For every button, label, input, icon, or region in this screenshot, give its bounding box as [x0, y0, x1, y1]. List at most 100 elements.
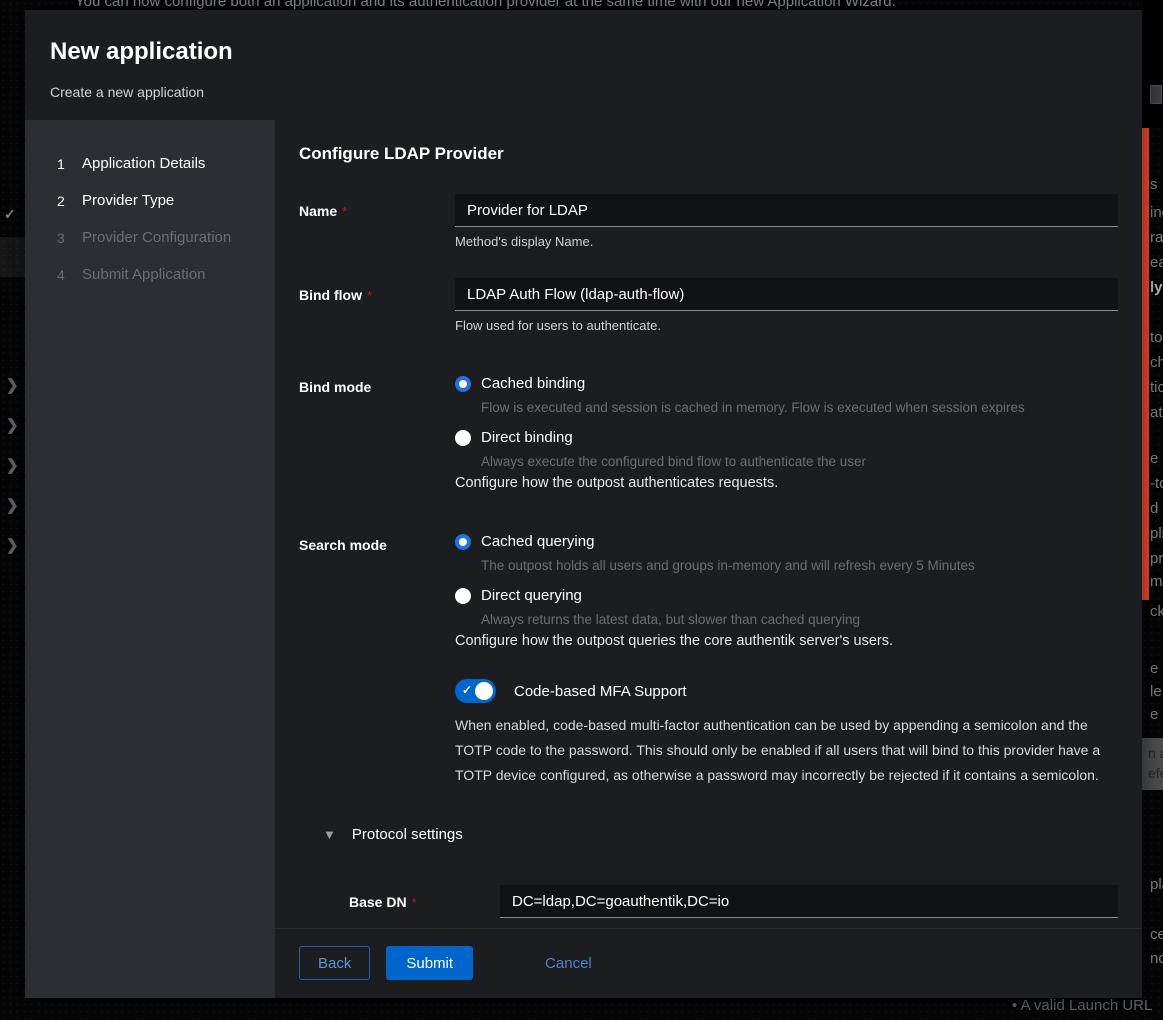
radio-description: The outpost holds all users and groups i… — [481, 558, 1118, 573]
background-text-fragment: -to — [1150, 475, 1163, 492]
bind-mode-field-row: Bind mode Cached binding Flow is execute… — [299, 370, 1118, 491]
radio-label: Direct binding — [481, 429, 573, 446]
orange-accent-bar — [1142, 128, 1149, 600]
protocol-settings-toggle[interactable]: ▼ Protocol settings — [299, 826, 1118, 843]
base-dn-field-row: Base DN * — [299, 885, 1118, 918]
name-help-text: Method's display Name. — [455, 234, 1118, 249]
mfa-description: When enabled, code-based multi-factor au… — [455, 713, 1115, 788]
search-mode-field-row: Search mode Cached querying The outpost … — [299, 528, 1118, 649]
background-text-fragment: pro — [1150, 550, 1163, 567]
background-text-fragment: ea — [1150, 254, 1163, 271]
check-icon: ✓ — [4, 206, 16, 223]
search-mode-help-text: Configure how the outpost queries the co… — [455, 633, 1118, 649]
background-highlighted-row — [0, 237, 25, 277]
step-label: Application Details — [82, 155, 205, 172]
back-button[interactable]: Back — [299, 946, 370, 980]
chevron-down-icon: ▼ — [323, 827, 336, 842]
background-text-fragment: d c — [1150, 500, 1163, 517]
background-text-fragment: ck — [1150, 603, 1163, 620]
base-dn-input[interactable] — [500, 885, 1118, 918]
mfa-toggle-label: Code-based MFA Support — [514, 683, 687, 700]
background-text-fragment: ch — [1150, 354, 1163, 371]
required-marker: * — [342, 204, 347, 219]
gray-box-text: n a — [1148, 743, 1163, 763]
required-marker: * — [367, 288, 372, 303]
radio-description: Flow is executed and session is cached i… — [481, 400, 1118, 415]
modal-subtitle: Create a new application — [50, 84, 1117, 100]
chevron-right-icon: ❯ — [6, 456, 19, 474]
background-text-fragment: pla — [1150, 876, 1163, 893]
step-provider-type[interactable]: 2 Provider Type — [25, 182, 275, 219]
radio-cached-querying[interactable]: Cached querying — [455, 533, 1118, 550]
step-label: Submit Application — [82, 266, 205, 283]
cancel-button[interactable]: Cancel — [535, 946, 602, 980]
step-label: Provider Type — [82, 192, 174, 209]
bind-mode-label: Bind mode — [299, 379, 371, 395]
step-number: 2 — [57, 193, 82, 209]
bind-flow-help-text: Flow used for users to authenticate. — [455, 318, 1118, 333]
background-text-fragment: ma — [1150, 573, 1163, 590]
step-number: 1 — [57, 156, 82, 172]
radio-label: Direct querying — [481, 587, 582, 604]
background-text-fragment: tion — [1150, 379, 1163, 396]
step-application-details[interactable]: 1 Application Details — [25, 145, 275, 182]
radio-unselected-icon[interactable] — [455, 430, 471, 446]
bind-mode-help-text: Configure how the outpost authenticates … — [455, 475, 1118, 491]
background-text-fragment: no — [1150, 950, 1163, 967]
background-mini-square — [1150, 85, 1162, 104]
submit-button[interactable]: Submit — [386, 946, 473, 980]
background-gray-box: n a efe — [1141, 738, 1163, 790]
protocol-settings-label: Protocol settings — [352, 826, 463, 843]
required-marker: * — [412, 895, 417, 910]
bind-flow-select[interactable] — [455, 278, 1118, 311]
bind-flow-field-row: Bind flow * Flow used for users to authen… — [299, 278, 1118, 333]
step-provider-configuration: 3 Provider Configuration — [25, 219, 275, 256]
modal-title: New application — [50, 38, 1117, 66]
background-text-fragment: s — [1150, 176, 1158, 193]
radio-description: Always returns the latest data, but slow… — [481, 612, 1118, 627]
bind-flow-label: Bind flow — [299, 287, 362, 303]
modal-footer: Back Submit Cancel — [275, 928, 1142, 998]
radio-label: Cached binding — [481, 375, 585, 392]
radio-direct-querying[interactable]: Direct querying — [455, 587, 1118, 604]
background-right-panel — [1143, 0, 1163, 128]
radio-selected-icon[interactable] — [455, 534, 471, 550]
background-text-fragment: e n — [1150, 706, 1163, 723]
wizard-steps-sidebar: 1 Application Details 2 Provider Type 3 … — [25, 120, 275, 998]
radio-label: Cached querying — [481, 533, 594, 550]
background-text-fragment: at — [1150, 404, 1163, 421]
name-label: Name — [299, 203, 337, 219]
mfa-toggle-row[interactable]: ✓ Code-based MFA Support — [455, 679, 1118, 703]
background-text-fragment: ly a — [1150, 279, 1163, 296]
name-input[interactable] — [455, 194, 1118, 227]
chevron-right-icon: ❯ — [6, 416, 19, 434]
radio-cached-binding[interactable]: Cached binding — [455, 375, 1118, 392]
chevron-right-icon: ❯ — [6, 536, 19, 554]
name-field-row: Name * Method's display Name. — [299, 194, 1118, 249]
step-number: 3 — [57, 230, 82, 246]
gray-box-text: efe — [1148, 763, 1163, 783]
toggle-on-icon[interactable]: ✓ — [455, 679, 496, 703]
background-text-fragment: e "c — [1150, 450, 1163, 467]
toggle-knob — [475, 682, 493, 700]
radio-selected-icon[interactable] — [455, 376, 471, 392]
background-text-fragment: le ' — [1150, 683, 1163, 700]
toggle-check-icon: ✓ — [462, 683, 472, 697]
chevron-right-icon: ❯ — [6, 376, 19, 394]
chevron-right-icon: ❯ — [6, 496, 19, 514]
radio-unselected-icon[interactable] — [455, 588, 471, 604]
background-text-fragment: rat — [1150, 229, 1163, 246]
background-text-fragment: plic — [1150, 525, 1163, 542]
radio-direct-binding[interactable]: Direct binding — [455, 429, 1118, 446]
mfa-field-row: ✓ Code-based MFA Support When enabled, c… — [299, 679, 1118, 788]
background-text-fragment: ces — [1150, 926, 1163, 943]
modal-header: New application Create a new application — [25, 10, 1142, 120]
base-dn-label: Base DN — [349, 894, 407, 910]
background-text-fragment: to — [1150, 329, 1163, 346]
provider-configuration-form: Configure LDAP Provider Name * Method's d… — [275, 120, 1142, 928]
radio-description: Always execute the configured bind flow … — [481, 454, 1118, 469]
step-submit-application: 4 Submit Application — [25, 256, 275, 293]
step-number: 4 — [57, 267, 82, 283]
form-heading: Configure LDAP Provider — [299, 144, 1118, 164]
new-application-wizard-modal: New application Create a new application… — [25, 10, 1142, 998]
